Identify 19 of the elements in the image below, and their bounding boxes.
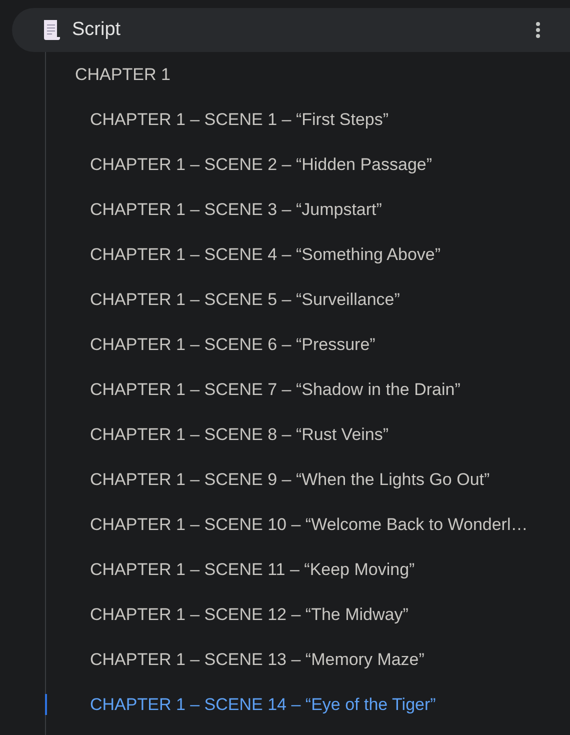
outline-item[interactable]: CHAPTER 1 – SCENE 1 – “First Steps”: [90, 110, 389, 130]
document-icon: [41, 19, 63, 41]
outline-item[interactable]: CHAPTER 1 – SCENE 9 – “When the Lights Go Out”: [90, 470, 490, 490]
outline-item[interactable]: CHAPTER 1 – SCENE 10 – “Welcome Back to Wonderl…: [90, 514, 528, 534]
outline-item[interactable]: CHAPTER 1 – SCENE 4 – “Something Above”: [90, 244, 441, 264]
outline-item[interactable]: CHAPTER 1 – SCENE 5 – “Surveillance”: [90, 290, 400, 310]
outline-item[interactable]: CHAPTER 1 – SCENE 12 – “The Midway”: [90, 604, 408, 624]
outline-item[interactable]: CHAPTER 1 – SCENE 14 – “Eye of the Tiger”: [90, 694, 436, 714]
outline-item[interactable]: CHAPTER 1 – SCENE 8 – “Rust Veins”: [90, 424, 389, 444]
outline-item[interactable]: CHAPTER 1: [75, 64, 170, 84]
selection-indicator: [45, 694, 47, 715]
outline-item[interactable]: CHAPTER 1 – SCENE 13 – “Memory Maze”: [90, 650, 424, 670]
outline-item[interactable]: CHAPTER 1 – SCENE 2 – “Hidden Passage”: [90, 154, 432, 174]
more-vert-icon: [536, 22, 540, 38]
outline-item[interactable]: CHAPTER 1 – SCENE 6 – “Pressure”: [90, 334, 376, 354]
outline-item[interactable]: CHAPTER 1 – SCENE 3 – “Jumpstart”: [90, 200, 382, 220]
outline-item[interactable]: CHAPTER 1 – SCENE 11 – “Keep Moving”: [90, 560, 415, 580]
outline-item[interactable]: CHAPTER 1 – SCENE 7 – “Shadow in the Drain”: [90, 380, 460, 400]
outline-title: Script: [72, 19, 122, 41]
